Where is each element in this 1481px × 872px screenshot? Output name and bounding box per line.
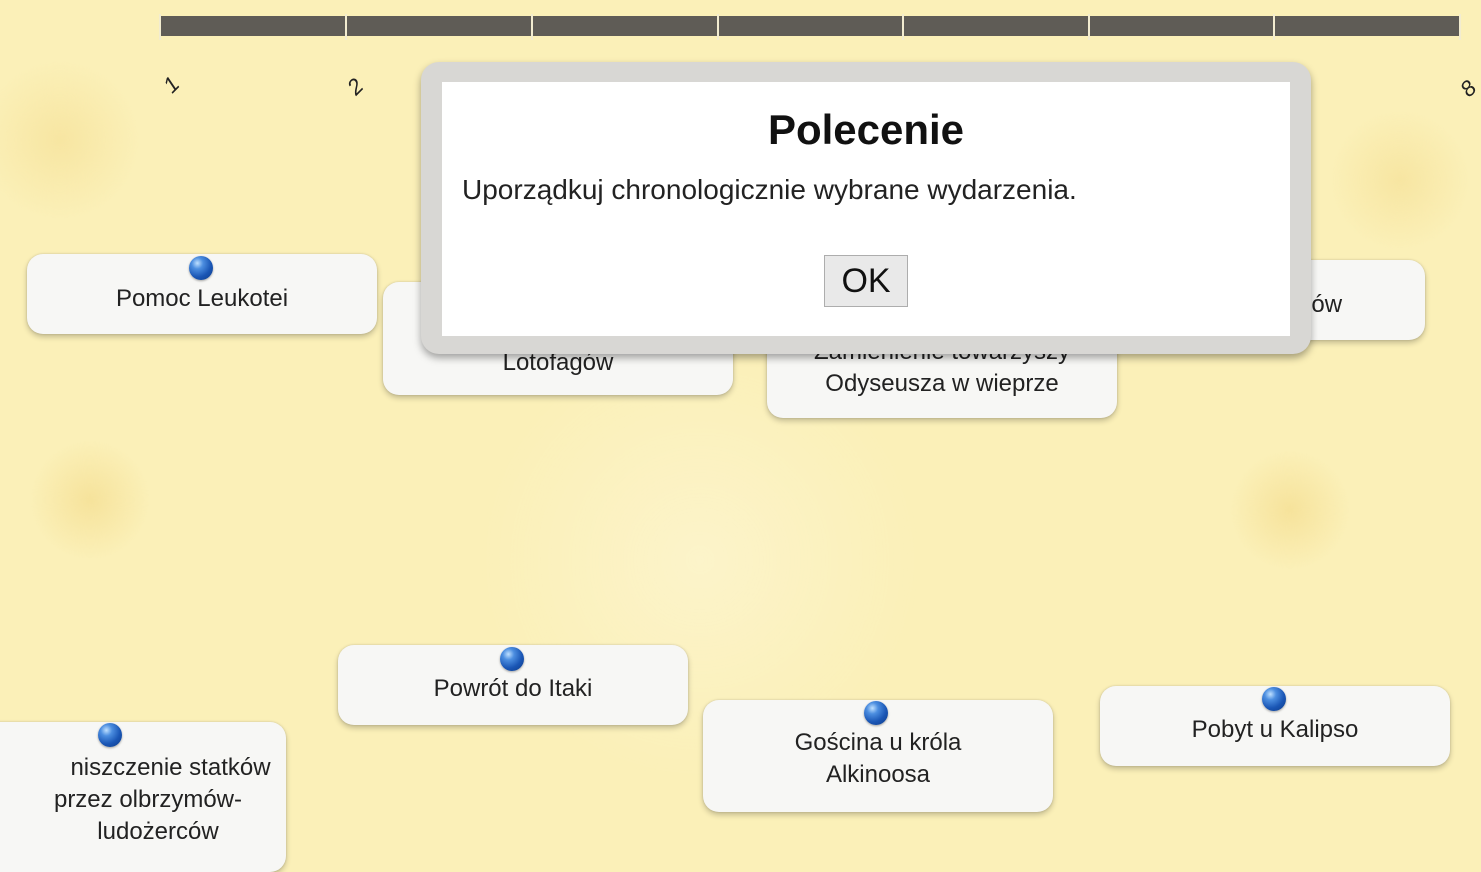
pin-icon xyxy=(189,256,213,280)
event-card-label-line: przez olbrzymów- xyxy=(53,786,243,813)
timeline-tick xyxy=(159,14,161,40)
event-card-label-line: ludożerców xyxy=(97,818,219,845)
timeline-tick xyxy=(1459,14,1461,40)
pin-icon xyxy=(500,647,524,671)
dialog-text: Uporządkuj chronologicznie wybrane wydar… xyxy=(462,174,1077,205)
event-card-label-line: Odyseusza w wieprze xyxy=(825,370,1059,397)
timeline-tick xyxy=(717,14,719,40)
pin-icon xyxy=(98,723,122,747)
timeline-bar xyxy=(160,16,1460,36)
event-card-label: Pobyt u Kalipso xyxy=(1191,716,1359,743)
instruction-dialog-body: Polecenie Uporządkuj chronologicznie wyb… xyxy=(442,82,1290,336)
event-card-label-line: Alkinoosa xyxy=(825,761,931,788)
timeline-tick-label-2: 2 xyxy=(342,73,369,100)
timeline-tick xyxy=(1273,14,1275,40)
instruction-dialog: Polecenie Uporządkuj chronologicznie wyb… xyxy=(421,62,1311,354)
pin-icon xyxy=(1262,687,1286,711)
timeline-tick-label-8: 8 xyxy=(1455,75,1481,102)
event-card-label-line: niszczenie statków xyxy=(70,754,271,781)
timeline-tick-label-1: 1 xyxy=(158,71,185,98)
event-card-label: Powrót do Itaki xyxy=(433,675,593,702)
timeline-tick xyxy=(345,14,347,40)
timeline-tick xyxy=(531,14,533,40)
event-card-label: Pomoc Leukotei xyxy=(115,285,289,312)
timeline-tick xyxy=(1088,14,1090,40)
event-card-zniszczenie-statkow[interactable]: niszczenie statków przez olbrzymów- ludo… xyxy=(0,722,286,872)
pin-icon xyxy=(864,701,888,725)
dialog-title: Polecenie xyxy=(767,106,965,153)
timeline-tick xyxy=(902,14,904,40)
event-card-label-line: Gościna u króla xyxy=(794,729,962,756)
ok-button[interactable]: OK xyxy=(824,255,908,307)
